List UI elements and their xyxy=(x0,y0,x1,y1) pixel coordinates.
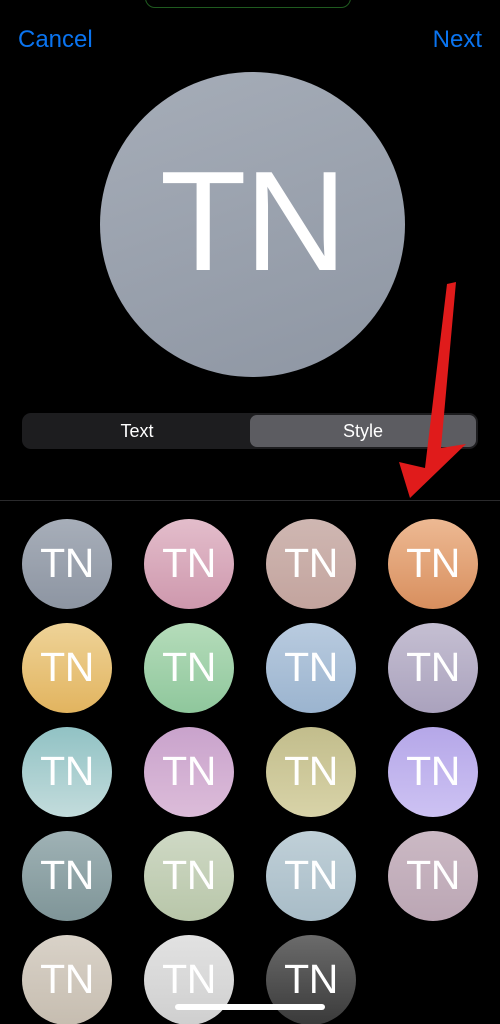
next-button[interactable]: Next xyxy=(433,20,482,60)
section-divider xyxy=(0,500,500,501)
cancel-button[interactable]: Cancel xyxy=(18,20,93,60)
swatch-charcoal[interactable]: TN xyxy=(266,935,356,1024)
swatch-dusty-rose[interactable]: TN xyxy=(266,519,356,609)
swatch-initials: TN xyxy=(40,851,94,898)
phone-screen: Cancel Next TN Text Style TN TN TN TN TN TN TN… xyxy=(0,0,500,1024)
tab-text-label: Text xyxy=(120,420,154,441)
swatch-khaki[interactable]: TN xyxy=(266,727,356,817)
swatch-initials: TN xyxy=(40,955,94,1002)
navigation-bar: Cancel Next xyxy=(0,20,500,60)
tab-style-label: Style xyxy=(342,420,384,441)
swatch-taupe[interactable]: TN xyxy=(22,935,112,1024)
swatch-slate-blue[interactable]: TN xyxy=(22,519,112,609)
swatch-initials: TN xyxy=(284,643,338,690)
swatch-initials: TN xyxy=(40,747,94,794)
swatch-sage[interactable]: TN xyxy=(144,831,234,921)
swatch-teal[interactable]: TN xyxy=(22,727,112,817)
swatch-initials: TN xyxy=(162,851,216,898)
swatch-initials: TN xyxy=(284,747,338,794)
swatch-initials: TN xyxy=(162,955,216,1002)
swatch-initials: TN xyxy=(40,643,94,690)
swatch-initials: TN xyxy=(406,539,460,586)
swatch-peach-orange[interactable]: TN xyxy=(388,519,478,609)
swatch-pale-blue[interactable]: TN xyxy=(266,831,356,921)
swatch-initials: TN xyxy=(406,851,460,898)
tab-style[interactable]: Style xyxy=(250,415,476,447)
style-color-grid[interactable]: TN TN TN TN TN TN TN TN TN TN TN TN TN TN TN TN TN TN TN xyxy=(0,509,500,1024)
swatch-initials: TN xyxy=(284,539,338,586)
swatch-orchid[interactable]: TN xyxy=(144,727,234,817)
swatch-gold[interactable]: TN xyxy=(22,623,112,713)
swatch-lavender-gray[interactable]: TN xyxy=(388,623,478,713)
swatch-initials: TN xyxy=(162,643,216,690)
swatch-initials: TN xyxy=(406,747,460,794)
swatch-mint-green[interactable]: TN xyxy=(144,623,234,713)
text-style-segmented-control[interactable]: Text Style xyxy=(22,413,478,449)
tab-text[interactable]: Text xyxy=(24,415,250,447)
swatch-mauve[interactable]: TN xyxy=(388,831,478,921)
swatch-initials: TN xyxy=(162,539,216,586)
swatch-initials: TN xyxy=(284,955,338,1002)
avatar-initials: TN xyxy=(159,141,347,301)
swatch-initials: TN xyxy=(406,643,460,690)
avatar-preview[interactable]: TN xyxy=(100,72,405,377)
swatch-pink[interactable]: TN xyxy=(144,519,234,609)
swatch-steel-blue[interactable]: TN xyxy=(266,623,356,713)
swatch-initials: TN xyxy=(162,747,216,794)
swatch-slate-teal[interactable]: TN xyxy=(22,831,112,921)
home-indicator xyxy=(175,1004,325,1010)
recording-indicator xyxy=(145,0,351,8)
swatch-initials: TN xyxy=(284,851,338,898)
swatch-periwinkle[interactable]: TN xyxy=(388,727,478,817)
swatch-initials: TN xyxy=(40,539,94,586)
swatch-light-gray[interactable]: TN xyxy=(144,935,234,1024)
